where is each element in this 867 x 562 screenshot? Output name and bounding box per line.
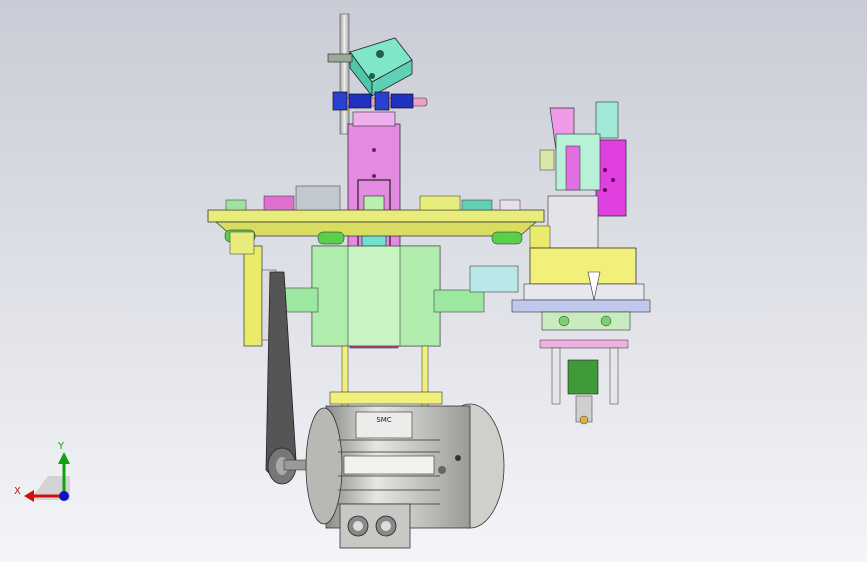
motor-nameplate: SMC [376, 416, 391, 424]
triad-x-label: X [14, 486, 21, 497]
triad-y-label: Y [58, 441, 65, 452]
vertical-shaft [339, 13, 350, 135]
assembly-3d-view[interactable]: SMC [0, 0, 867, 562]
cad-viewport[interactable]: SMC Y X [0, 0, 867, 562]
blue-clamp-assembly [332, 91, 428, 111]
electric-motor: SMC [305, 391, 505, 549]
